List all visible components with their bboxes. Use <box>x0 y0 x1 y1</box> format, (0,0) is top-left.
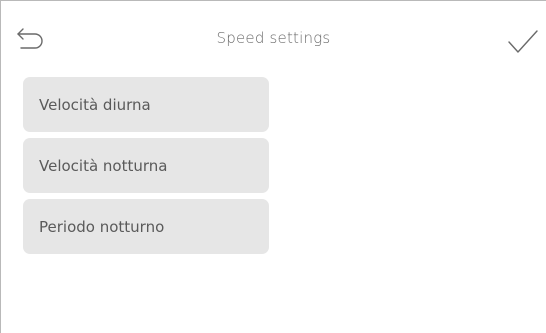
menu-item-label: Velocità diurna <box>39 95 151 114</box>
header-bar: Speed settings <box>1 1 546 65</box>
menu-item-day-speed[interactable]: Velocità diurna <box>23 77 269 132</box>
page-title: Speed settings <box>216 29 331 47</box>
settings-menu: Velocità diurna Velocità notturna Period… <box>23 77 269 260</box>
menu-item-night-period[interactable]: Periodo notturno <box>23 199 269 254</box>
menu-item-label: Velocità notturna <box>39 156 168 175</box>
menu-item-label: Periodo notturno <box>39 217 165 236</box>
speed-settings-screen: Speed settings Velocità diurna Velocità … <box>0 0 546 333</box>
checkmark-icon <box>507 29 539 55</box>
confirm-button[interactable] <box>507 29 539 55</box>
menu-item-night-speed[interactable]: Velocità notturna <box>23 138 269 193</box>
